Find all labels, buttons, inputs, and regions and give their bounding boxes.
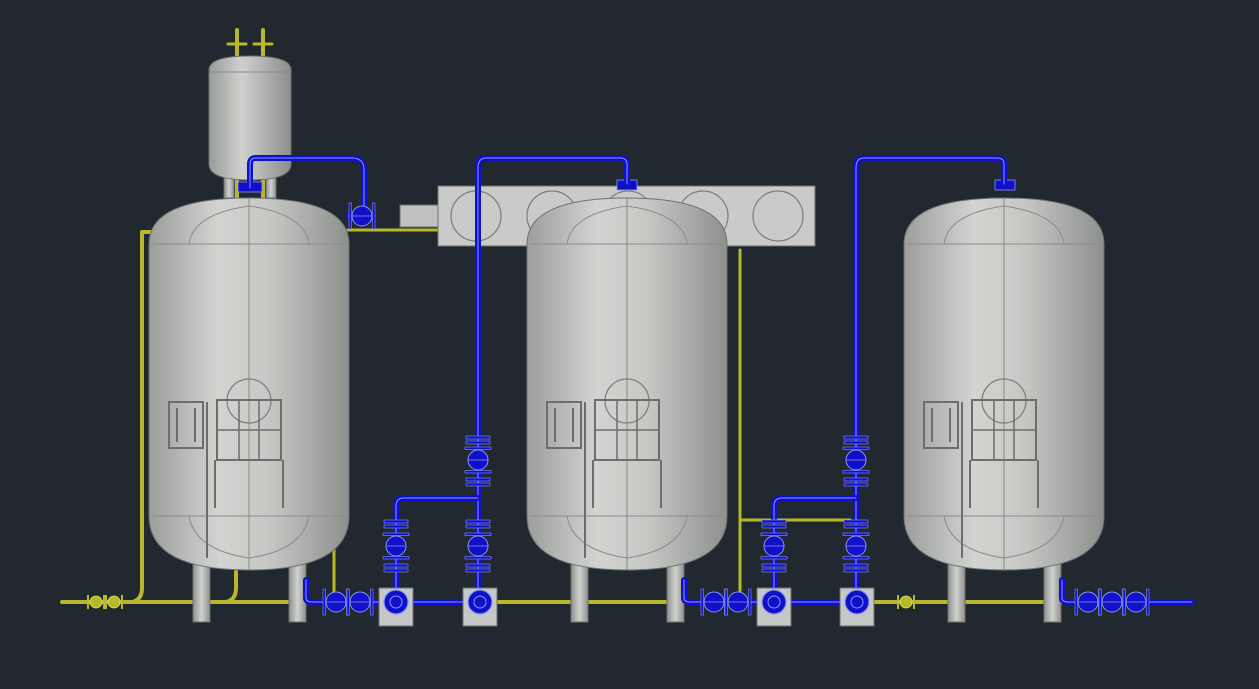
blue-valve-icon — [1122, 588, 1150, 616]
tank-3 — [903, 197, 1105, 623]
pump-4 — [839, 587, 875, 627]
blue-valve-icon — [1074, 588, 1102, 616]
tank-1 — [148, 197, 350, 623]
blue-valve-icon — [724, 588, 752, 616]
blue-valve-icon — [1098, 588, 1126, 616]
blue-valve-icon — [346, 588, 374, 616]
yellow-valve-icon — [86, 594, 106, 610]
cad-drawing-canvas — [60, 28, 1195, 627]
pump-3 — [756, 587, 792, 627]
tank-2 — [526, 197, 728, 623]
pump-1 — [378, 587, 414, 627]
yellow-valve-icon — [104, 594, 124, 610]
blue-valve-icon — [348, 202, 376, 230]
yellow-valve-icon — [896, 594, 916, 610]
blue-valve-icon — [322, 588, 350, 616]
pump-2 — [462, 587, 498, 627]
blue-valve-icon — [700, 588, 728, 616]
